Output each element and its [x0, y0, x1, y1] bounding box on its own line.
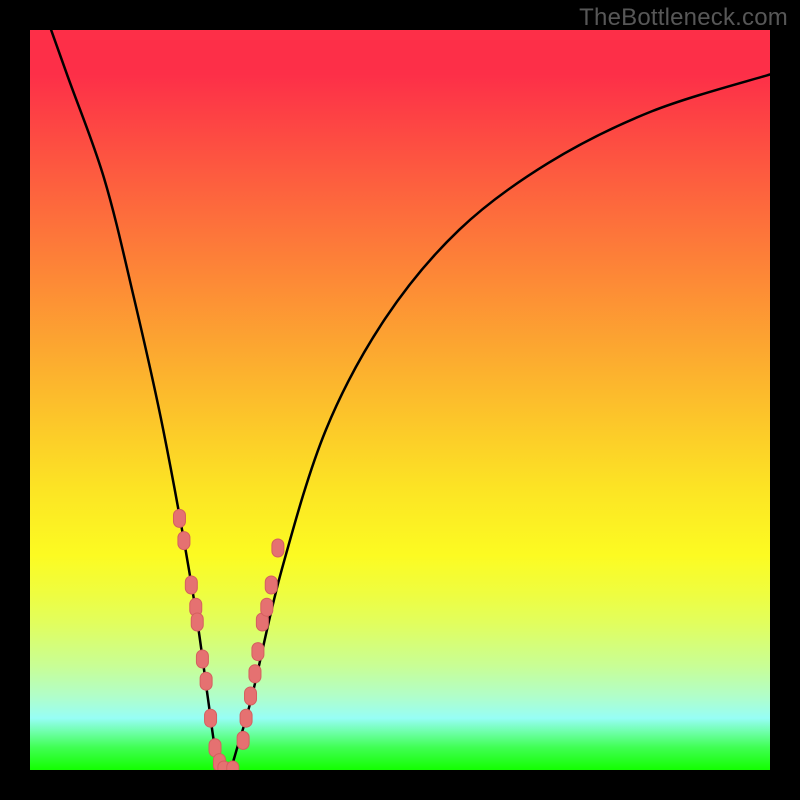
benchmark-marker	[249, 665, 261, 683]
benchmark-marker	[178, 532, 190, 550]
benchmark-marker	[205, 709, 217, 727]
benchmark-markers	[173, 509, 283, 770]
plot-area	[30, 30, 770, 770]
benchmark-marker	[227, 761, 239, 770]
benchmark-marker	[173, 509, 185, 527]
benchmark-marker	[245, 687, 257, 705]
benchmark-marker	[200, 672, 212, 690]
benchmark-marker	[240, 709, 252, 727]
benchmark-marker	[265, 576, 277, 594]
chart-stage: TheBottleneck.com	[0, 0, 800, 800]
benchmark-marker	[237, 731, 249, 749]
benchmark-marker	[252, 643, 264, 661]
watermark-text: TheBottleneck.com	[579, 4, 788, 32]
benchmark-marker	[196, 650, 208, 668]
chart-svg	[30, 30, 770, 770]
bottleneck-curve	[30, 30, 770, 770]
benchmark-marker	[261, 598, 273, 616]
benchmark-marker	[272, 539, 284, 557]
benchmark-marker	[185, 576, 197, 594]
benchmark-marker	[191, 613, 203, 631]
